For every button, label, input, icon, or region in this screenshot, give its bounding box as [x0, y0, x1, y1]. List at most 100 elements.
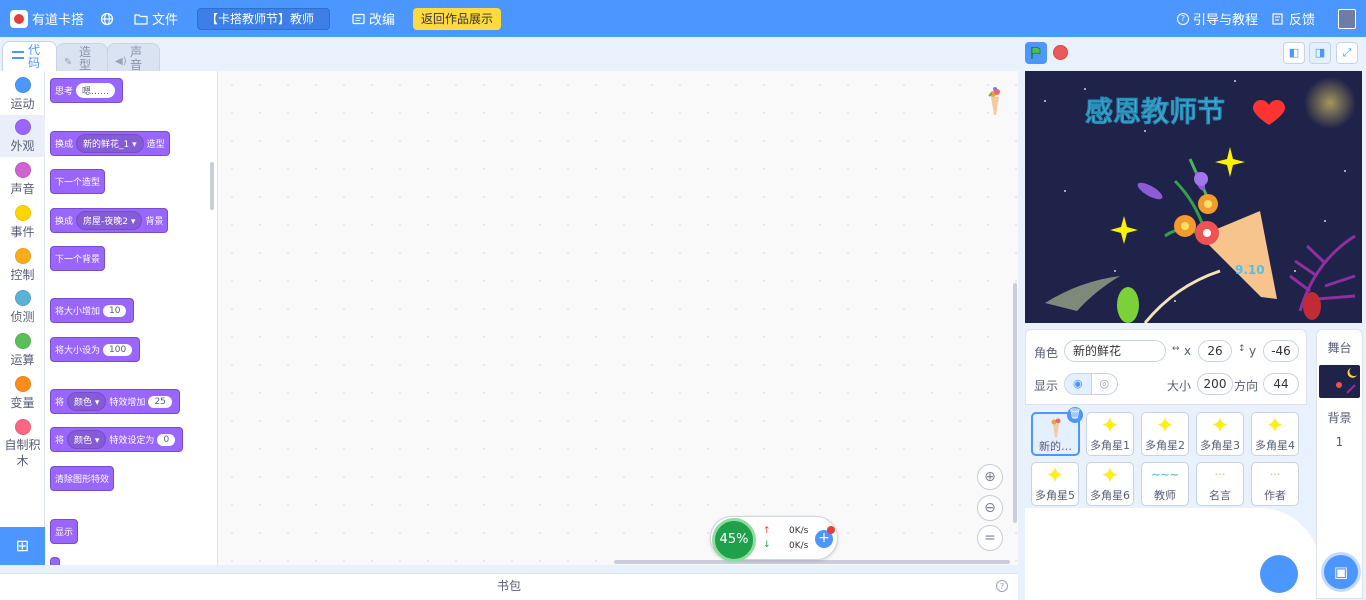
purple-leaf [1137, 182, 1163, 200]
block-next-costume[interactable]: 下一个造型 [50, 169, 106, 194]
block-set-effect[interactable]: 将颜色 ▾ 特效设定为 0 [50, 427, 184, 452]
file-menu[interactable]: 文件 [134, 0, 178, 37]
folder-icon [134, 13, 148, 25]
add-backdrop-button[interactable]: ▣ [1324, 555, 1358, 589]
stage-canvas[interactable]: 感恩教师节 9.10 [1025, 71, 1362, 323]
help-icon[interactable]: ? [996, 580, 1008, 592]
block-change-size[interactable]: 将大小增加 10 [50, 298, 135, 323]
category-motion[interactable]: 运动 [0, 73, 45, 115]
category-sound[interactable]: 声音 [0, 158, 45, 200]
sprite-tile-star2[interactable]: ✦ 多角星2 [1141, 412, 1189, 456]
sprite-tile-star4[interactable]: ✦ 多角星4 [1251, 412, 1299, 456]
tab-sounds[interactable]: ◀) 声音 [107, 43, 160, 72]
zoom-reset-button[interactable]: = [977, 525, 1003, 551]
tab-costumes[interactable]: ✎ 造型 [56, 43, 108, 72]
notification-dot [827, 526, 835, 534]
block-label: 背景 [145, 217, 164, 227]
workspace-horizontal-scrollbar[interactable] [614, 560, 1010, 564]
script-workspace[interactable]: ⊕ ⊖ = [218, 71, 1018, 565]
category-operators[interactable]: 运算 [0, 329, 45, 371]
block-hide[interactable] [50, 557, 60, 565]
category-variables[interactable]: 变量 [0, 372, 45, 414]
fullscreen-button[interactable]: ⤢ [1336, 42, 1358, 64]
sprite-tile-teacher[interactable]: ~~~ 教师 [1141, 462, 1189, 506]
block-think[interactable]: 思考 嗯…… [50, 78, 124, 103]
text-sprite-icon: ~~~ [1151, 468, 1179, 481]
workspace-vertical-scrollbar[interactable] [1013, 283, 1017, 523]
visibility-toggle: ◉ ◎ [1064, 373, 1118, 395]
remix-label: 改编 [369, 13, 396, 28]
brand-logo[interactable]: 有道卡搭 [10, 0, 84, 37]
grass-shape [1045, 276, 1120, 311]
block-set-size[interactable]: 将大小设为 100 [50, 337, 141, 362]
size-input[interactable]: 100 [103, 343, 133, 356]
zoom-out-button[interactable]: ⊖ [977, 495, 1003, 521]
remix-button[interactable]: 改编 [352, 0, 395, 37]
code-icon [12, 51, 24, 59]
star-sprite-icon: ✦ [1266, 413, 1284, 437]
block-show[interactable]: 显示 [50, 519, 79, 544]
hide-eye-icon[interactable]: ◎ [1090, 374, 1118, 394]
language-button[interactable] [100, 0, 114, 37]
block-label: 特效设定为 [109, 436, 155, 446]
stop-button[interactable] [1053, 45, 1068, 60]
category-my-blocks[interactable]: 自制积木 [0, 415, 45, 468]
backdrop-dropdown[interactable]: 房屋-夜晚2 ▾ [76, 211, 143, 230]
sprite-name: 教师 [1154, 489, 1176, 502]
effect-input[interactable]: 0 [157, 433, 176, 446]
green-flag-button[interactable] [1025, 42, 1047, 64]
tab-code[interactable]: 代码 [2, 41, 57, 71]
block-switch-costume[interactable]: 换成 新的鲜花_1 ▾ 造型 [50, 131, 170, 156]
project-title-input[interactable]: 【卡搭教师节】教师 [197, 8, 330, 30]
delete-sprite-button[interactable]: 🗑 [1067, 407, 1083, 423]
feedback-button[interactable]: 反馈 [1272, 0, 1315, 37]
block-think-input[interactable]: 嗯…… [76, 83, 116, 98]
size-input[interactable]: 200 [1197, 373, 1233, 395]
fullscreen-icon: ⤢ [1342, 46, 1352, 59]
user-avatar[interactable] [1338, 9, 1356, 29]
category-looks[interactable]: 外观 [0, 115, 45, 157]
sprite-tile-star5[interactable]: ✦ 多角星5 [1031, 462, 1079, 506]
block-clear-effects[interactable]: 清除图形特效 [50, 466, 115, 491]
guide-button[interactable]: ? 引导与教程 [1177, 0, 1258, 37]
zoom-in-button[interactable]: ⊕ [977, 464, 1003, 490]
sprite-tile-star3[interactable]: ✦ 多角星3 [1196, 412, 1244, 456]
block-switch-backdrop[interactable]: 换成 房屋-夜晚2 ▾ 背景 [50, 208, 169, 233]
sprite-tile-star1[interactable]: ✦ 多角星1 [1086, 412, 1134, 456]
back-to-showcase-button[interactable]: 返回作品展示 [413, 8, 501, 30]
effect-input[interactable]: 25 [148, 395, 172, 408]
sprite-name-input[interactable]: 新的鲜花 [1064, 340, 1166, 362]
category-label: 变量 [10, 396, 35, 410]
fern-shape [1289, 234, 1356, 312]
category-events[interactable]: 事件 [0, 201, 45, 243]
y-input[interactable]: -46 [1263, 340, 1299, 362]
block-label: 清除图形特效 [55, 475, 110, 485]
sprite-tile-author[interactable]: ··· 作者 [1251, 462, 1299, 506]
size-input[interactable]: 10 [103, 304, 127, 317]
small-stage-button[interactable]: ◧ [1283, 42, 1305, 64]
dropdown-value: 房屋-夜晚2 [83, 217, 128, 227]
costume-dropdown[interactable]: 新的鲜花_1 ▾ [76, 134, 144, 153]
normal-stage-button[interactable]: ◨ [1309, 42, 1331, 64]
sprite-tile-star6[interactable]: ✦ 多角星6 [1086, 462, 1134, 506]
show-eye-icon[interactable]: ◉ [1065, 374, 1091, 394]
network-speed-widget[interactable]: 45% ↑ ↓ 0K/s 0K/s + [710, 516, 838, 562]
guide-label: 引导与教程 [1193, 13, 1259, 28]
block-change-effect[interactable]: 将颜色 ▾ 特效增加 25 [50, 389, 180, 414]
sensing-dot-icon [14, 290, 31, 306]
sprite-tile-quote[interactable]: ··· 名言 [1196, 462, 1244, 506]
block-next-backdrop[interactable]: 下一个背景 [50, 246, 106, 271]
show-label: 显示 [1034, 379, 1059, 393]
backpack-bar[interactable]: 书包 ? [0, 573, 1018, 600]
category-sensing[interactable]: 侦测 [0, 286, 45, 328]
effect-dropdown[interactable]: 颜色 ▾ [67, 430, 107, 449]
category-control[interactable]: 控制 [0, 244, 45, 286]
direction-input[interactable]: 44 [1263, 373, 1299, 395]
x-input[interactable]: 26 [1198, 340, 1232, 362]
motion-dot-icon [14, 77, 31, 93]
add-extension-button[interactable]: ⊞ [0, 527, 45, 565]
looks-dot-icon [14, 119, 31, 135]
palette-scrollbar[interactable] [210, 162, 214, 210]
effect-dropdown[interactable]: 颜色 ▾ [67, 392, 107, 411]
add-sprite-button[interactable] [1260, 555, 1298, 593]
